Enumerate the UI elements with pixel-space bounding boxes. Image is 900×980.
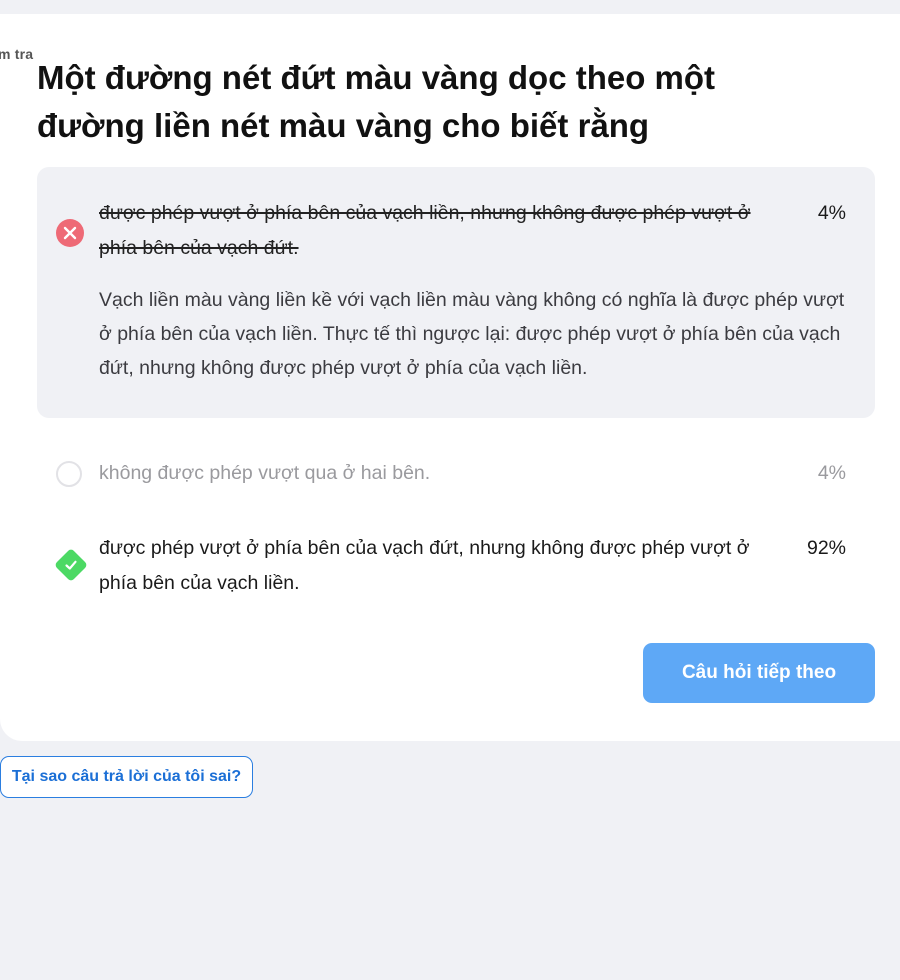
option-2[interactable]: không được phép vượt qua ở hai bên. 4% (37, 456, 875, 492)
why-wrong-button[interactable]: Tại sao câu trả lời của tôi sai? (0, 756, 253, 798)
option-2-percent: 4% (817, 462, 846, 484)
question-title: Một đường nét đứt màu vàng dọc theo một … (37, 59, 716, 144)
card-tag: m tra (0, 46, 34, 62)
option-3[interactable]: được phép vượt ở phía bên của vạch đứt, … (37, 531, 875, 601)
option-3-text: được phép vượt ở phía bên của vạch đứt, … (99, 537, 750, 594)
empty-circle-icon (56, 461, 82, 487)
option-1-text: được phép vượt ở phía bên của vạch liền,… (99, 202, 751, 259)
close-icon (56, 219, 84, 247)
check-icon (54, 548, 88, 582)
explanation-text: Vạch liền màu vàng liền kề với vạch liền… (99, 289, 845, 379)
option-1-percent: 4% (817, 202, 846, 224)
option-1[interactable]: được phép vượt ở phía bên của vạch liền,… (37, 196, 875, 266)
option-3-percent: 92% (806, 537, 846, 559)
next-question-button[interactable]: Câu hỏi tiếp theo (643, 643, 875, 703)
option-2-text: không được phép vượt qua ở hai bên. (99, 462, 431, 484)
